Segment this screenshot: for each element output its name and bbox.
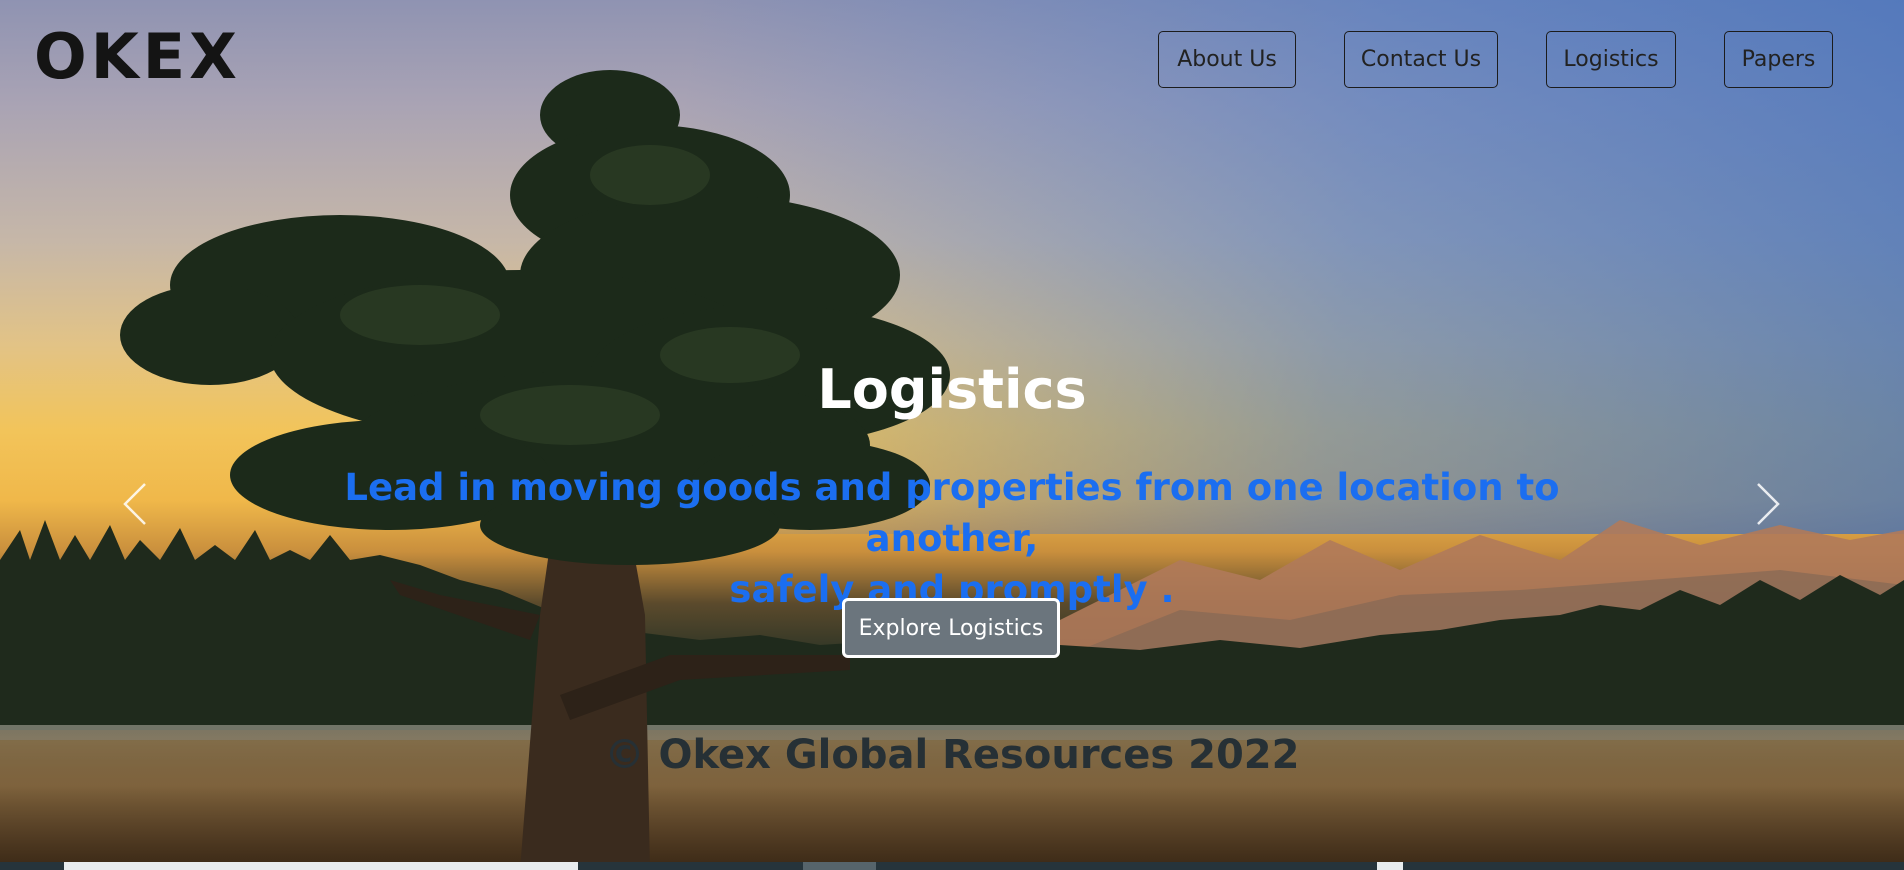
carousel-prev-button[interactable] [115,478,155,530]
copyright-text: © Okex Global Resources 2022 [604,732,1300,778]
slide-title: Logistics [817,358,1087,421]
carousel-indicator-2[interactable] [803,862,876,870]
slide-subtitle-line-1: Lead in moving goods and properties from… [344,466,1560,560]
carousel-next-button[interactable] [1748,478,1788,530]
chevron-right-icon [1757,483,1780,525]
nav-contact-us-button[interactable]: Contact Us [1344,31,1498,88]
okex-logo[interactable]: OKEX [34,26,241,88]
nav-papers-button[interactable]: Papers [1724,31,1833,88]
nav-about-us-button[interactable]: About Us [1158,31,1296,88]
carousel-indicator-1[interactable] [64,862,578,870]
slide-subtitle: Lead in moving goods and properties from… [300,462,1604,615]
chevron-left-icon [123,483,146,525]
carousel-indicator-3[interactable] [1377,862,1403,870]
nav-logistics-button[interactable]: Logistics [1546,31,1676,88]
explore-logistics-button[interactable]: Explore Logistics [842,598,1060,658]
